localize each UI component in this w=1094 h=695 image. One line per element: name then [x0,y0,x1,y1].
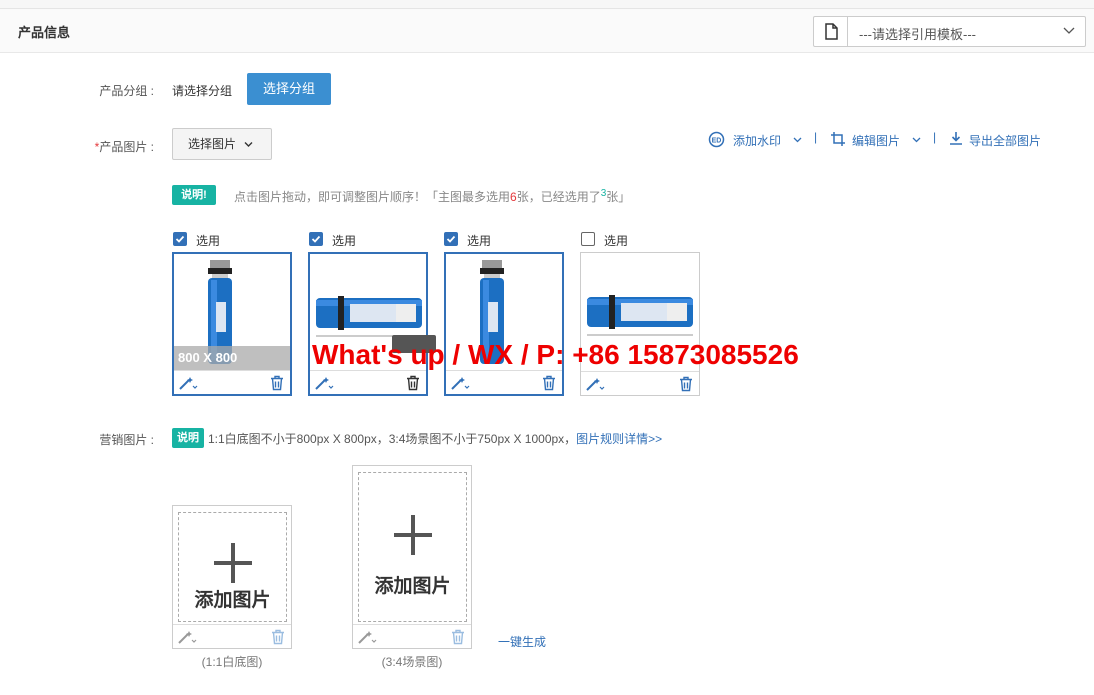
tip-text: 点击图片拖动，即可调整图片顺序！「主图最多选用6张，已经选用了3张」 [234,188,630,205]
watermark-overlay-text: What's up / WX / P: +86 15873085526 [312,339,799,370]
group-value: 请选择分组 [172,84,233,98]
scene-caption: (3:4场景图) [381,655,443,669]
select-checkbox-label: 选用 [196,234,221,248]
thumb-toolbar [174,370,290,394]
square-caption: (1:1白底图) [201,655,263,669]
tip-max-count: 6 [510,190,517,204]
group-label: 产品分组 : [99,84,154,98]
dashed-dropzone: 添加图片 [178,512,287,622]
size-label: 800 X 800 [174,346,290,370]
dashed-dropzone: 添加图片 [358,472,467,622]
tip-badge: 说明! [172,185,216,205]
select-checkbox-label: 选用 [604,234,629,248]
divider: | [933,130,937,144]
select-checkbox[interactable] [173,232,187,246]
product-image-thumb[interactable] [444,252,564,396]
crop-icon [831,132,845,146]
product-info-panel: 产品信息 ---请选择引用模板--- 产品分组 : 请选择分组 选择分组 *产品… [0,8,1094,695]
product-image-thumb[interactable]: 800 X 800 [172,252,292,396]
thumb-toolbar [353,624,471,648]
edit-image-label: 编辑图片 [852,134,901,148]
select-checkbox[interactable] [444,232,458,246]
panel-title: 产品信息 [18,25,71,40]
select-images-label: 选择图片 [188,137,237,151]
divider: | [814,130,818,144]
thumb-toolbar [581,371,699,395]
tip-text-part: 张，已经选用了 [516,190,601,204]
caret-down-icon [244,142,253,147]
select-checkbox-label: 选用 [332,234,357,248]
select-checkbox[interactable] [581,232,595,246]
document-icon [814,17,848,46]
caret-down-icon [912,137,921,143]
image-rules-link[interactable]: 图片规则详情>> [576,432,662,446]
trash-icon[interactable] [270,375,284,391]
add-square-image[interactable]: 添加图片 [172,505,292,649]
magic-wand-icon[interactable] [177,629,197,645]
magic-wand-icon[interactable] [450,375,470,391]
product-images-label: *产品图片 : [84,138,154,155]
product-images-label-text: 产品图片 : [99,140,154,154]
magic-wand-icon[interactable] [357,629,377,645]
svg-text:ED: ED [712,138,722,145]
magic-wand-icon[interactable] [178,375,198,391]
trash-icon[interactable] [406,375,420,391]
tip-text-part: 点击图片拖动，即可调整图片顺序！「主图最多选用 [234,190,511,204]
select-checkbox[interactable] [309,232,323,246]
export-all-label: 导出全部图片 [969,134,1042,148]
trash-icon[interactable] [271,629,285,645]
trash-icon[interactable] [542,375,556,391]
trash-icon[interactable] [679,376,693,392]
thumb-toolbar [310,370,426,394]
one-click-generate-link[interactable]: 一键生成 [498,633,546,650]
tip-text-part: 张」 [606,190,631,204]
add-image-text: 添加图片 [194,590,271,611]
thumb-toolbar [173,624,291,648]
product-image-thumb[interactable] [580,252,700,396]
magic-wand-icon[interactable] [314,375,334,391]
watermark-icon: ED [708,131,725,148]
marketing-tip-badge: 说明 [172,428,204,448]
add-watermark-label: 添加水印 [733,134,782,148]
magic-wand-icon[interactable] [585,376,605,392]
plus-icon [231,543,235,583]
add-scene-image[interactable]: 添加图片 [352,465,472,649]
download-icon [950,132,962,145]
chevron-down-icon [1063,24,1075,39]
marketing-images-label: 营销图片 : [99,433,154,447]
add-image-text: 添加图片 [374,576,451,597]
select-checkbox-label: 选用 [467,234,492,248]
select-group-button[interactable]: 选择分组 [247,73,331,105]
panel-header: 产品信息 ---请选择引用模板--- [0,9,1094,53]
template-placeholder: ---请选择引用模板--- [859,27,976,42]
plus-icon [411,515,415,555]
product-image-thumb[interactable] [308,252,428,396]
thumb-toolbar [446,370,562,394]
caret-down-icon [793,137,802,143]
marketing-tip: 1:1白底图不小于800px X 800px，3:4场景图不小于750px X … [208,430,662,447]
marketing-tip-text: 1:1白底图不小于800px X 800px，3:4场景图不小于750px X … [208,432,577,446]
trash-icon[interactable] [451,629,465,645]
select-images-button[interactable]: 选择图片 [172,128,272,160]
template-select[interactable]: ---请选择引用模板--- [813,16,1086,47]
